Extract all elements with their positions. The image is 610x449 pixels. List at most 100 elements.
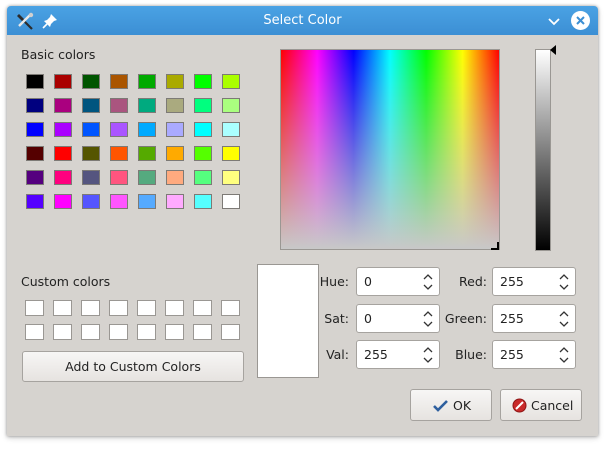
basic-color-swatch[interactable] — [82, 74, 100, 89]
luminance-slider-handle[interactable] — [550, 45, 556, 55]
luminance-slider[interactable] — [535, 49, 551, 251]
basic-color-swatch[interactable] — [110, 122, 128, 137]
custom-color-slot[interactable] — [25, 324, 44, 340]
title-bar[interactable]: Select Color — [7, 6, 598, 35]
custom-colors-label: Custom colors — [21, 274, 111, 289]
basic-color-swatch[interactable] — [110, 194, 128, 209]
basic-color-swatch[interactable] — [110, 74, 128, 89]
custom-color-slot[interactable] — [165, 324, 184, 340]
basic-color-swatch[interactable] — [54, 98, 72, 113]
blue-spinbox[interactable]: 255 — [492, 340, 576, 369]
basic-color-swatch[interactable] — [26, 74, 44, 89]
custom-color-slot[interactable] — [53, 300, 72, 316]
custom-color-slot[interactable] — [221, 324, 240, 340]
basic-color-swatch[interactable] — [138, 146, 156, 161]
blue-label: Blue: — [455, 347, 487, 362]
basic-color-swatch[interactable] — [166, 146, 184, 161]
basic-color-swatch[interactable] — [222, 170, 240, 185]
spin-arrows-icon[interactable] — [423, 345, 433, 365]
basic-color-swatch[interactable] — [26, 194, 44, 209]
custom-color-slot[interactable] — [109, 324, 128, 340]
basic-color-swatch[interactable] — [26, 122, 44, 137]
basic-color-swatch[interactable] — [194, 170, 212, 185]
basic-color-swatch[interactable] — [110, 170, 128, 185]
cancel-button[interactable]: Cancel — [500, 389, 582, 421]
basic-color-swatch[interactable] — [82, 146, 100, 161]
basic-color-swatch[interactable] — [110, 98, 128, 113]
basic-color-swatch[interactable] — [26, 170, 44, 185]
basic-color-swatch[interactable] — [138, 98, 156, 113]
red-label: Red: — [459, 274, 487, 289]
basic-color-swatch[interactable] — [194, 146, 212, 161]
basic-color-swatch[interactable] — [166, 170, 184, 185]
basic-color-swatch[interactable] — [138, 122, 156, 137]
sat-spinbox[interactable]: 0 — [356, 304, 440, 333]
basic-color-swatch[interactable] — [194, 98, 212, 113]
ok-button[interactable]: OK — [410, 389, 492, 421]
custom-color-slot[interactable] — [109, 300, 128, 316]
cancel-icon — [512, 398, 527, 413]
color-spectrum-picker[interactable] — [280, 49, 500, 250]
add-to-custom-colors-button[interactable]: Add to Custom Colors — [22, 351, 244, 382]
basic-color-swatch[interactable] — [166, 74, 184, 89]
custom-color-slot[interactable] — [81, 300, 100, 316]
red-value: 255 — [500, 274, 524, 289]
custom-color-slot[interactable] — [221, 300, 240, 316]
basic-color-swatch[interactable] — [222, 98, 240, 113]
basic-color-swatch[interactable] — [194, 194, 212, 209]
basic-color-swatch[interactable] — [138, 170, 156, 185]
val-spinbox[interactable]: 255 — [356, 340, 440, 369]
basic-color-swatch[interactable] — [82, 194, 100, 209]
basic-color-swatch[interactable] — [26, 98, 44, 113]
hue-label: Hue: — [319, 274, 349, 289]
basic-color-swatch[interactable] — [166, 98, 184, 113]
green-value: 255 — [500, 311, 524, 326]
basic-color-swatch[interactable] — [222, 74, 240, 89]
basic-color-swatch[interactable] — [194, 122, 212, 137]
select-color-dialog: Select Color Basic colors Custom colors … — [7, 6, 598, 436]
custom-color-slot[interactable] — [193, 324, 212, 340]
spectrum-crosshair[interactable] — [491, 242, 499, 250]
custom-color-slot[interactable] — [137, 324, 156, 340]
basic-color-swatch[interactable] — [166, 122, 184, 137]
spin-arrows-icon[interactable] — [559, 345, 569, 365]
basic-color-swatch[interactable] — [138, 194, 156, 209]
basic-color-swatch[interactable] — [54, 146, 72, 161]
spin-arrows-icon[interactable] — [423, 272, 433, 292]
close-button[interactable] — [571, 11, 590, 30]
red-spinbox[interactable]: 255 — [492, 267, 576, 296]
hue-spinbox[interactable]: 0 — [356, 267, 440, 296]
chevron-down-icon[interactable] — [546, 13, 562, 29]
basic-color-swatch[interactable] — [82, 170, 100, 185]
val-value: 255 — [364, 347, 388, 362]
basic-color-swatch[interactable] — [54, 194, 72, 209]
sat-label: Sat: — [324, 311, 349, 326]
custom-color-slot[interactable] — [81, 324, 100, 340]
spin-arrows-icon[interactable] — [559, 272, 569, 292]
custom-color-slot[interactable] — [53, 324, 72, 340]
green-spinbox[interactable]: 255 — [492, 304, 576, 333]
spin-arrows-icon[interactable] — [423, 309, 433, 329]
custom-color-slot[interactable] — [165, 300, 184, 316]
basic-color-swatch[interactable] — [222, 146, 240, 161]
basic-color-swatch[interactable] — [26, 146, 44, 161]
basic-color-swatch[interactable] — [82, 98, 100, 113]
basic-color-swatch[interactable] — [138, 74, 156, 89]
custom-color-slot[interactable] — [25, 300, 44, 316]
basic-color-swatch[interactable] — [166, 194, 184, 209]
basic-color-swatch[interactable] — [222, 122, 240, 137]
basic-color-swatch[interactable] — [82, 122, 100, 137]
spin-arrows-icon[interactable] — [559, 309, 569, 329]
basic-color-swatch[interactable] — [54, 74, 72, 89]
basic-color-swatch[interactable] — [54, 170, 72, 185]
custom-color-slot[interactable] — [193, 300, 212, 316]
basic-color-swatch[interactable] — [54, 122, 72, 137]
sat-value: 0 — [364, 311, 372, 326]
basic-color-swatch[interactable] — [110, 146, 128, 161]
custom-color-slot[interactable] — [137, 300, 156, 316]
close-icon — [576, 16, 585, 25]
basic-color-swatch[interactable] — [222, 194, 240, 209]
checkmark-icon — [433, 400, 448, 412]
ok-label: OK — [453, 398, 472, 413]
basic-color-swatch[interactable] — [194, 74, 212, 89]
